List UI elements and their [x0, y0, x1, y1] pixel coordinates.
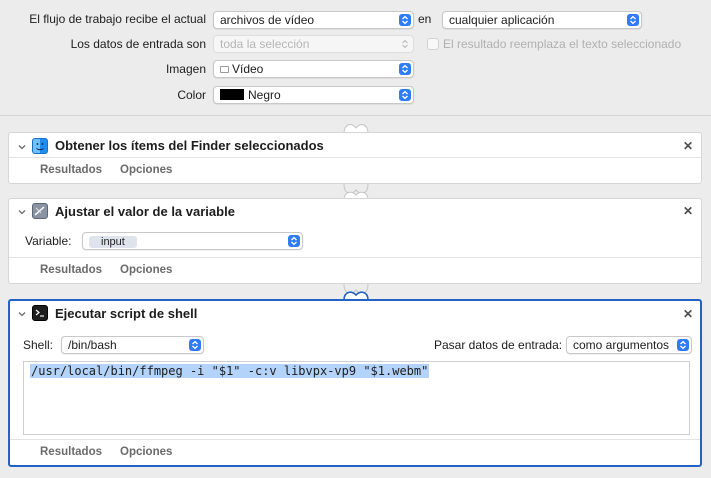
- image-popup[interactable]: Vídeo: [213, 60, 414, 78]
- shell-label: Shell:: [23, 338, 54, 352]
- action-tabs: Resultados Opciones: [10, 439, 700, 467]
- workflow-receives-label: El flujo de trabajo recibe el actual: [29, 12, 206, 26]
- chevron-down-icon[interactable]: [17, 142, 27, 152]
- variable-label: Variable:: [25, 234, 72, 248]
- script-editor[interactable]: /usr/local/bin/ffmpeg -i "$1" -c:v libvp…: [23, 361, 690, 435]
- replace-text-checkbox[interactable]: [427, 38, 439, 50]
- input-data-value: toda la selección: [220, 37, 310, 51]
- pass-input-popup[interactable]: como argumentos: [566, 336, 692, 354]
- action-tabs: Resultados Opciones: [9, 257, 701, 285]
- workflow-input-type-popup[interactable]: archivos de vídeo: [213, 11, 414, 29]
- tab-results[interactable]: Resultados: [40, 446, 102, 458]
- action-tabs: Resultados Opciones: [9, 157, 701, 185]
- image-label: Imagen: [165, 62, 206, 76]
- in-label: en: [418, 12, 432, 26]
- close-icon[interactable]: ✕: [683, 139, 693, 153]
- shell-popup[interactable]: /bin/bash: [61, 336, 204, 354]
- shell-value: /bin/bash: [68, 338, 117, 352]
- close-icon[interactable]: ✕: [683, 307, 693, 321]
- application-value: cualquier aplicación: [449, 13, 555, 27]
- tab-options[interactable]: Opciones: [120, 164, 172, 176]
- action-connector: [343, 284, 369, 300]
- chevron-down-icon[interactable]: [17, 207, 27, 217]
- close-icon[interactable]: ✕: [683, 204, 693, 218]
- variable-token: input: [89, 236, 137, 248]
- input-data-label: Los datos de entrada son: [70, 37, 206, 51]
- pass-input-value: como argumentos: [573, 338, 670, 352]
- tab-results[interactable]: Resultados: [40, 264, 102, 276]
- popup-stepper-icon: [627, 14, 639, 26]
- variable-icon: [32, 203, 48, 219]
- tab-results[interactable]: Resultados: [40, 164, 102, 176]
- image-value: Vídeo: [232, 62, 264, 76]
- tab-options[interactable]: Opciones: [120, 446, 172, 458]
- popup-stepper-icon: [288, 235, 300, 247]
- action-title: Obtener los ítems del Finder seleccionad…: [55, 138, 324, 153]
- action-title: Ejecutar script de shell: [55, 306, 198, 321]
- popup-stepper-icon: [677, 339, 689, 351]
- workflow-header: El flujo de trabajo recibe el actual arc…: [0, 0, 711, 116]
- popup-stepper-icon: [399, 63, 411, 75]
- popup-stepper-icon: [189, 339, 201, 351]
- finder-icon: [32, 138, 48, 154]
- color-value: Negro: [248, 88, 281, 102]
- script-text: /usr/local/bin/ffmpeg -i "$1" -c:v libvp…: [30, 364, 430, 378]
- workflow-input-type-value: archivos de vídeo: [220, 13, 315, 27]
- action-title: Ajustar el valor de la variable: [55, 204, 235, 219]
- color-popup[interactable]: Negro: [213, 86, 414, 104]
- popup-stepper-icon: [399, 89, 411, 101]
- terminal-icon: [32, 305, 48, 321]
- tab-options[interactable]: Opciones: [120, 264, 172, 276]
- action-get-finder-items[interactable]: Obtener los ítems del Finder seleccionad…: [8, 132, 702, 184]
- popup-stepper-icon: [399, 38, 411, 50]
- film-icon: [220, 66, 229, 73]
- action-run-shell-script[interactable]: Ejecutar script de shell ✕ Shell: /bin/b…: [8, 299, 702, 467]
- input-data-popup[interactable]: toda la selección: [213, 35, 414, 53]
- variable-popup[interactable]: input: [82, 232, 303, 250]
- pass-input-label: Pasar datos de entrada:: [434, 338, 563, 352]
- color-label: Color: [177, 88, 206, 102]
- chevron-down-icon[interactable]: [17, 309, 27, 319]
- popup-stepper-icon: [399, 14, 411, 26]
- replace-text-label: El resultado reemplaza el texto seleccio…: [443, 37, 682, 51]
- color-swatch: [220, 89, 244, 100]
- application-popup[interactable]: cualquier aplicación: [442, 11, 642, 29]
- action-set-variable[interactable]: Ajustar el valor de la variable ✕ Variab…: [8, 198, 702, 284]
